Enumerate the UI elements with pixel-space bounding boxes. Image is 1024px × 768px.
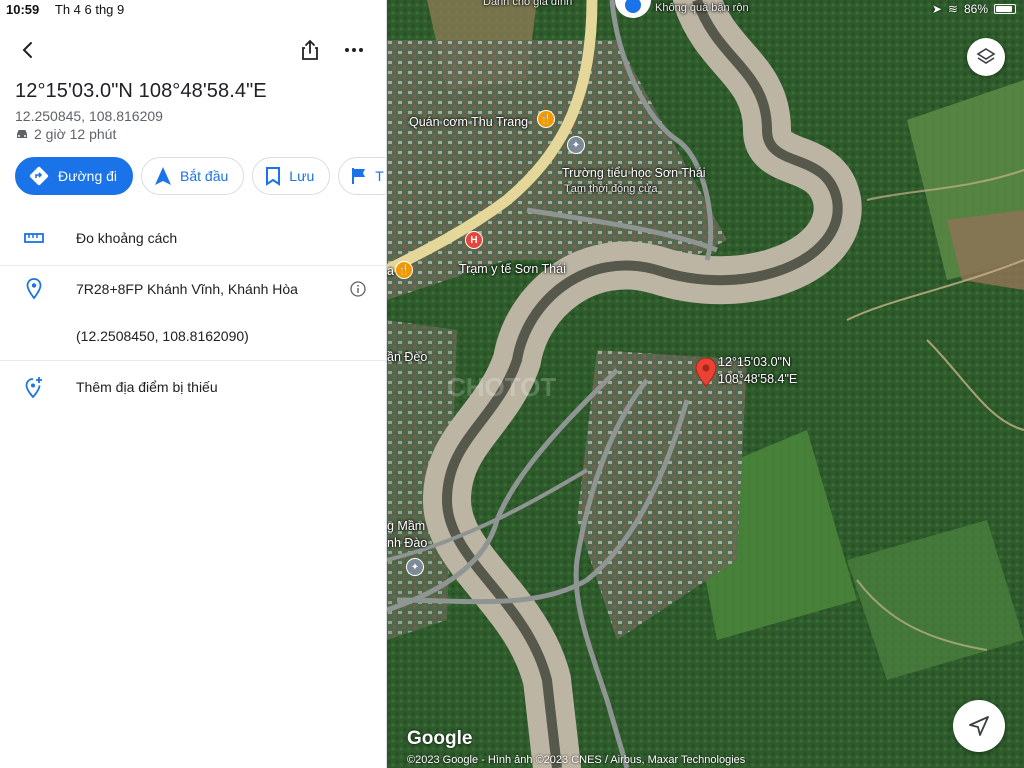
action-chips: Đường đi Bắt đầu Lưu T [15,157,386,195]
more-options-button[interactable] [340,36,368,64]
coordinates-row[interactable]: (12.2508450, 108.8162090) [0,323,386,349]
plus-code-label: 7R28+8FP Khánh Vĩnh, Khánh Hòa [76,281,298,297]
status-bar: 10:59 Th 4 6 thg 9 [6,2,136,17]
school-poi-icon[interactable]: ✦ [567,136,585,154]
map-label-clinic[interactable]: Trạm y tế Sơn Thái [459,262,566,276]
start-label: Bắt đầu [180,168,229,184]
decimal-coordinates: 12.250845, 108.816209 [15,108,163,124]
my-location-button[interactable] [953,700,1005,752]
map-label-left-edge-2: ần Đèo [387,350,428,364]
map-label-school[interactable]: Trường tiểu học Sơn Thái [562,166,706,180]
measure-distance-row[interactable]: Đo khoảng cách [0,225,386,251]
directions-button[interactable]: Đường đi [15,157,134,195]
map-layers-button[interactable] [967,38,1005,76]
clinic-poi-icon[interactable]: H [465,231,483,249]
map-label-left-edge-3: g Mầm [387,519,426,533]
map-label-top-mid: Không quá bận rộn [655,2,749,14]
navigation-arrow-icon [155,167,172,185]
bookmark-icon [266,167,281,186]
status-battery-percent: 86% [963,2,988,16]
ruler-icon [22,226,46,250]
more-horiz-icon [345,48,363,52]
school-poi-icon-2[interactable]: ✦ [406,558,424,576]
info-icon[interactable] [349,280,367,298]
status-date: Th 4 6 thg 9 [54,2,125,17]
chevron-left-icon [22,42,32,58]
travel-time-label: 2 giờ 12 phút [34,126,117,142]
add-missing-place-row[interactable]: Thêm địa điểm bị thiếu [0,374,386,400]
directions-label: Đường đi [58,168,118,184]
start-button[interactable]: Bắt đầu [141,157,245,195]
car-icon [17,130,27,138]
location-pin-icon [22,277,46,301]
battery-icon [994,4,1016,14]
place-panel: 10:59 Th 4 6 thg 9 12°15'03.0"N 108°48'5… [0,0,387,768]
plus-code-row[interactable]: 7R28+8FP Khánh Vĩnh, Khánh Hòa [0,276,386,302]
place-title: 12°15'03.0"N 108°48'58.4"E [15,80,267,102]
divider [0,360,386,361]
flag-icon [352,168,366,184]
save-button[interactable]: Lưu [252,157,331,195]
satellite-map[interactable]: ➤ ≋ 86% Dành cho gia đình Không quá bận … [387,0,1024,768]
coordinates-label: (12.2508450, 108.8162090) [76,328,249,344]
label-button[interactable]: T [338,157,386,195]
directions-icon [29,166,49,186]
navigation-outline-icon [969,716,989,736]
status-indicators: ➤ ≋ 86% [932,2,1016,16]
map-label-left-edge-4: nh Đào [387,536,428,550]
add-location-icon [22,375,46,399]
back-button[interactable] [14,36,42,64]
save-label: Lưu [289,168,315,184]
google-logo: Google [407,728,473,749]
map-label-left-edge-1: a [387,264,394,278]
map-label-school-status: Tạm thời đóng cửa [564,183,658,195]
restaurant-poi-icon[interactable]: 🍴 [537,110,555,128]
watermark: CHOTOT [447,372,557,402]
layers-icon [976,48,996,64]
pin-label-lng: 108°48'58.4"E [718,372,798,386]
measure-distance-label: Đo khoảng cách [76,230,178,246]
map-attribution: ©2023 Google - Hình ảnh ©2023 CNES / Air… [407,754,746,766]
location-arrow-icon: ➤ [931,2,942,16]
map-label-top-left: Dành cho gia đình [483,0,573,8]
map-label-restaurant[interactable]: Quán cơm Thu Trang [409,115,528,129]
pin-label-lat: 12°15'03.0"N [718,355,791,369]
share-icon [302,39,318,60]
panel-toolbar [0,34,386,66]
dropped-pin-icon[interactable] [695,357,717,387]
food-poi-icon[interactable]: 🍴 [395,261,413,279]
wifi-icon: ≋ [947,2,958,16]
label-button-text: T [375,168,384,184]
divider [0,265,386,266]
status-time: 10:59 [6,2,40,17]
share-button[interactable] [296,36,324,64]
add-missing-place-label: Thêm địa điểm bị thiếu [76,379,218,395]
travel-time: 2 giờ 12 phút [15,126,116,142]
